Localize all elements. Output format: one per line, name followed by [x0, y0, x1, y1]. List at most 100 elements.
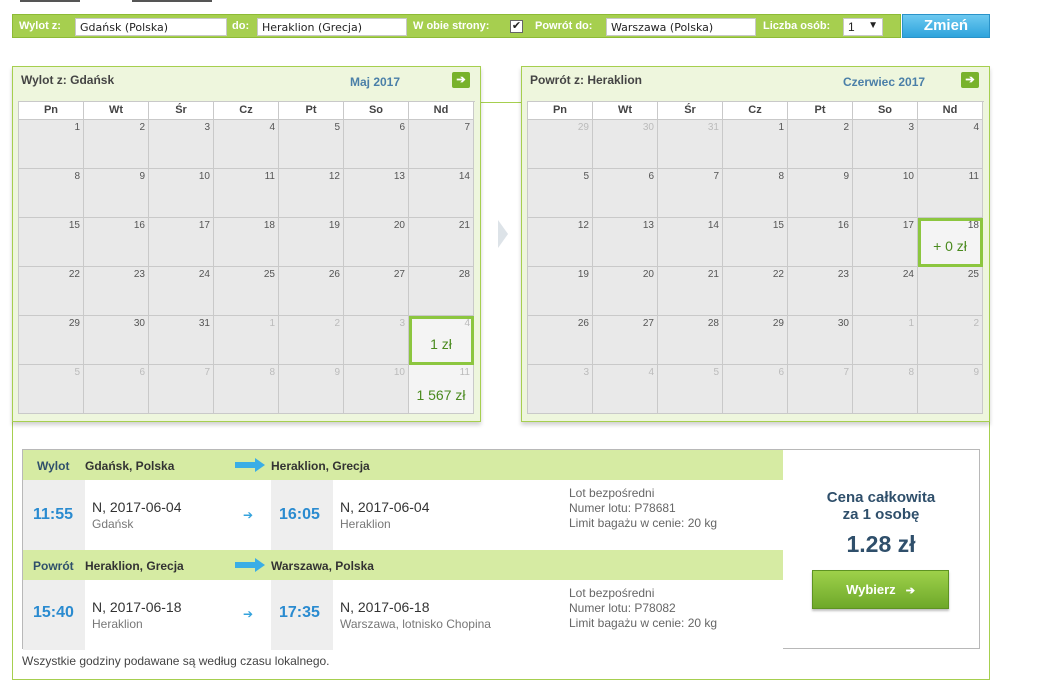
- calendar-day[interactable]: 22: [723, 267, 788, 316]
- calendar-day[interactable]: 24: [149, 267, 214, 316]
- calendar-day[interactable]: 18: [214, 218, 279, 267]
- calendar-day[interactable]: 5: [19, 365, 84, 414]
- calendar-day[interactable]: 31: [658, 120, 723, 169]
- calendar-day[interactable]: 14: [409, 169, 474, 218]
- day-number: 4: [464, 318, 470, 329]
- calendar-day[interactable]: 2: [84, 120, 149, 169]
- calendar-day[interactable]: 2: [788, 120, 853, 169]
- calendar-day[interactable]: 8: [214, 365, 279, 414]
- calendar-day[interactable]: 26: [279, 267, 344, 316]
- calendar-day[interactable]: 8: [723, 169, 788, 218]
- calendar-day[interactable]: 3: [344, 316, 409, 365]
- calendar-day[interactable]: 23: [84, 267, 149, 316]
- calendar-day[interactable]: 13: [593, 218, 658, 267]
- to-field[interactable]: Heraklion (Grecja): [257, 18, 407, 36]
- calendar-day[interactable]: 2: [918, 316, 983, 365]
- calendar-day[interactable]: 1: [214, 316, 279, 365]
- calendar-day[interactable]: 1: [853, 316, 918, 365]
- calendar-day[interactable]: 16: [788, 218, 853, 267]
- calendar-day[interactable]: 8: [853, 365, 918, 414]
- calendar-day[interactable]: 20: [344, 218, 409, 267]
- calendar-day[interactable]: 31: [149, 316, 214, 365]
- weekday-header: Śr: [658, 102, 723, 120]
- calendar-day[interactable]: 6: [344, 120, 409, 169]
- calendar-day[interactable]: 12: [279, 169, 344, 218]
- calendar-day[interactable]: 6: [723, 365, 788, 414]
- arrow-right-icon[interactable]: ➔: [452, 72, 470, 88]
- calendar-day[interactable]: 7: [409, 120, 474, 169]
- calendar-day[interactable]: 3: [528, 365, 593, 414]
- day-number: 11: [459, 367, 470, 378]
- calendar-day[interactable]: 2: [279, 316, 344, 365]
- calendar-day[interactable]: 10: [853, 169, 918, 218]
- calendar-day[interactable]: 6: [84, 365, 149, 414]
- calendar-day[interactable]: 25: [214, 267, 279, 316]
- calendar-day[interactable]: 26: [528, 316, 593, 365]
- calendar-day[interactable]: 28: [658, 316, 723, 365]
- return-field[interactable]: Warszawa (Polska): [606, 18, 756, 36]
- calendar-day[interactable]: 7: [788, 365, 853, 414]
- calendar-day[interactable]: 23: [788, 267, 853, 316]
- calendar-day[interactable]: 8: [19, 169, 84, 218]
- calendar-day[interactable]: 15: [19, 218, 84, 267]
- calendar-day-selected[interactable]: 18 + 0 zł: [918, 218, 983, 267]
- calendar-day[interactable]: 24: [853, 267, 918, 316]
- change-button[interactable]: Zmień: [902, 14, 990, 38]
- calendar-day[interactable]: 20: [593, 267, 658, 316]
- calendar-day[interactable]: 1: [723, 120, 788, 169]
- calendar-day[interactable]: 11: [214, 169, 279, 218]
- calendar-day[interactable]: 14: [658, 218, 723, 267]
- calendar-day[interactable]: 15: [723, 218, 788, 267]
- calendar-day[interactable]: 17: [149, 218, 214, 267]
- roundtrip-checkbox[interactable]: ✔: [510, 20, 523, 33]
- calendar-day[interactable]: 9: [788, 169, 853, 218]
- calendar-day[interactable]: 11 1 567 zł: [409, 365, 474, 414]
- calendar-day[interactable]: 5: [279, 120, 344, 169]
- calendar-day-selected[interactable]: 4 1 zł: [409, 316, 474, 365]
- calendar-day[interactable]: 28: [409, 267, 474, 316]
- calendar-day[interactable]: 9: [918, 365, 983, 414]
- calendar-day[interactable]: 19: [528, 267, 593, 316]
- calendar-day[interactable]: 10: [344, 365, 409, 414]
- calendar-day[interactable]: 3: [149, 120, 214, 169]
- calendar-day[interactable]: 30: [84, 316, 149, 365]
- calendar-day[interactable]: 5: [658, 365, 723, 414]
- calendar-day[interactable]: 19: [279, 218, 344, 267]
- calendar-day[interactable]: 25: [918, 267, 983, 316]
- calendar-day[interactable]: 17: [853, 218, 918, 267]
- calendar-day[interactable]: 6: [593, 169, 658, 218]
- from-field[interactable]: Gdańsk (Polska): [75, 18, 227, 36]
- persons-select[interactable]: 1 ▼: [843, 18, 883, 36]
- calendar-day[interactable]: 1: [19, 120, 84, 169]
- calendar-day[interactable]: 13: [344, 169, 409, 218]
- calendar-day[interactable]: 27: [593, 316, 658, 365]
- calendar-day[interactable]: 4: [918, 120, 983, 169]
- top-link-underline[interactable]: [20, 0, 80, 2]
- calendar-day[interactable]: 29: [723, 316, 788, 365]
- top-link-underline[interactable]: [132, 0, 212, 2]
- calendar-day[interactable]: 11: [918, 169, 983, 218]
- arrow-right-icon[interactable]: ➔: [961, 72, 979, 88]
- calendar-day[interactable]: 9: [84, 169, 149, 218]
- calendar-day[interactable]: 10: [149, 169, 214, 218]
- calendar-day[interactable]: 27: [344, 267, 409, 316]
- flight-number: Numer lotu: P78681: [569, 501, 676, 515]
- calendar-month: Czerwiec 2017: [843, 75, 926, 89]
- calendar-day[interactable]: 22: [19, 267, 84, 316]
- select-button[interactable]: Wybierz ➔: [812, 570, 949, 609]
- calendar-day[interactable]: 30: [593, 120, 658, 169]
- calendar-day[interactable]: 21: [658, 267, 723, 316]
- calendar-day[interactable]: 7: [149, 365, 214, 414]
- calendar-day[interactable]: 16: [84, 218, 149, 267]
- calendar-day[interactable]: 29: [528, 120, 593, 169]
- calendar-day[interactable]: 3: [853, 120, 918, 169]
- calendar-day[interactable]: 21: [409, 218, 474, 267]
- calendar-day[interactable]: 9: [279, 365, 344, 414]
- calendar-day[interactable]: 29: [19, 316, 84, 365]
- calendar-day[interactable]: 7: [658, 169, 723, 218]
- calendar-day[interactable]: 12: [528, 218, 593, 267]
- calendar-day[interactable]: 4: [214, 120, 279, 169]
- calendar-day[interactable]: 4: [593, 365, 658, 414]
- calendar-day[interactable]: 5: [528, 169, 593, 218]
- calendar-day[interactable]: 30: [788, 316, 853, 365]
